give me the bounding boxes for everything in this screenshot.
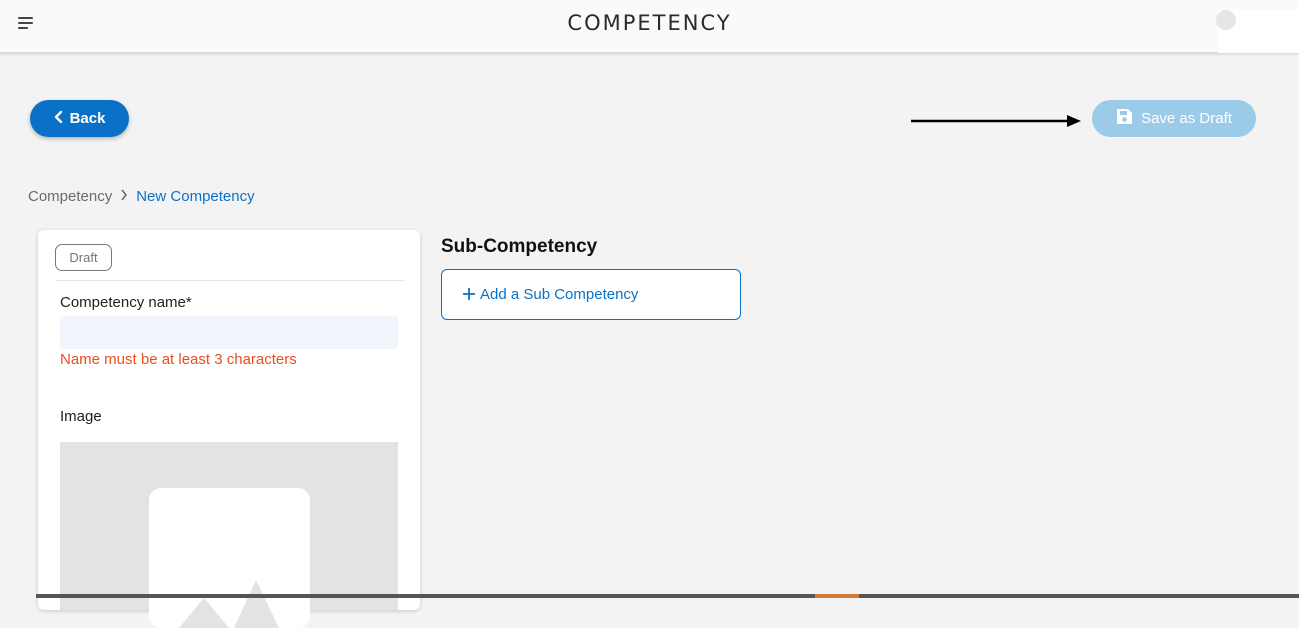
image-label: Image [60,408,102,425]
back-button[interactable]: Back [30,100,129,137]
chevron-left-icon [54,110,64,127]
sub-competency-title: Sub-Competency [441,236,598,257]
add-sub-competency-label: Add a Sub Competency [480,286,639,303]
breadcrumb-current: New Competency [136,188,255,205]
avatar[interactable] [1216,10,1236,30]
competency-form-card: Draft Competency name* Name must be at l… [38,230,420,628]
breadcrumb-competency-link[interactable]: Competency [28,188,112,205]
bottom-bar-segment [36,594,1299,598]
competency-name-label: Competency name* [60,294,192,311]
floppy-disk-icon [1116,108,1133,129]
plus-icon [462,285,476,305]
top-app-bar: COMPETENCY [0,0,1299,53]
save-as-draft-label: Save as Draft [1141,110,1232,127]
chevron-right-icon [120,188,128,205]
back-label: Back [69,110,106,127]
name-error-message: Name must be at least 3 characters [60,351,297,368]
image-upload-area[interactable] [60,442,398,628]
image-placeholder-icon [149,488,310,628]
pointer-arrow [911,115,1081,127]
competency-name-input[interactable] [60,316,398,349]
add-sub-competency-button[interactable]: Add a Sub Competency [441,269,741,320]
save-as-draft-button[interactable]: Save as Draft [1092,100,1256,137]
divider [55,280,405,281]
breadcrumb: Competency New Competency [28,188,255,205]
user-menu[interactable] [1216,10,1299,53]
app-title: COMPETENCY [567,11,732,35]
bottom-bar-highlight [815,594,859,598]
status-badge: Draft [55,244,112,271]
bottom-strip [0,594,1299,598]
